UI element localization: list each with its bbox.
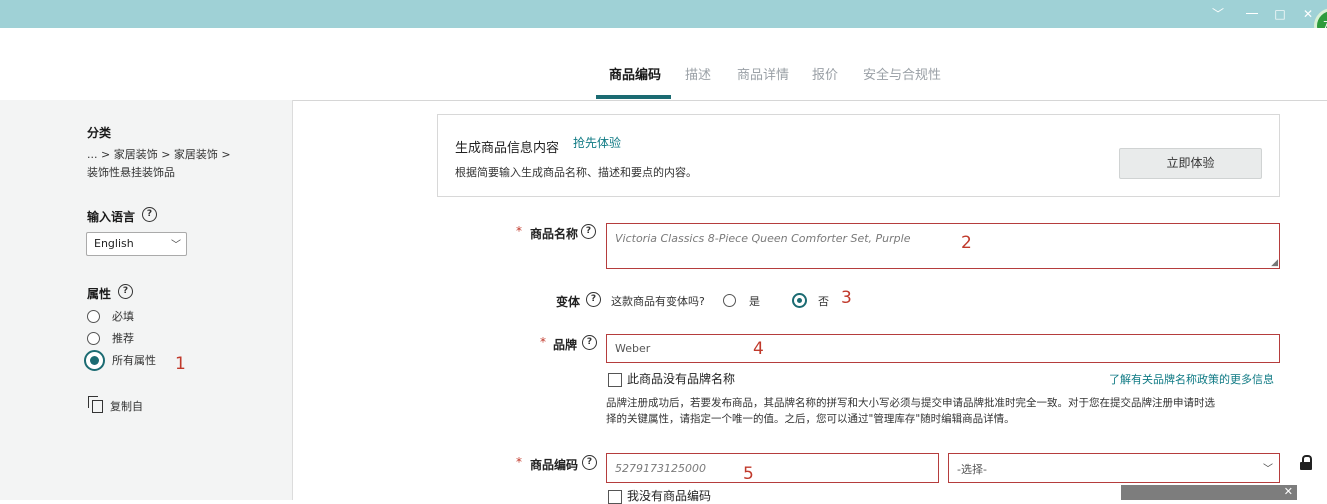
product-name-placeholder: Victoria Classics 8-Piece Queen Comforte… bbox=[615, 232, 911, 245]
variant-label: 变体 bbox=[556, 295, 581, 309]
breadcrumb[interactable]: ... > 家居装饰 > 家居装饰 > bbox=[87, 146, 231, 162]
help-icon[interactable]: ? bbox=[142, 207, 157, 222]
chevron-down-icon: ﹀ bbox=[1263, 464, 1273, 475]
brand-input-value: Weber bbox=[615, 342, 651, 355]
language-select-value: English bbox=[94, 237, 134, 250]
brand-policy-link[interactable]: 了解有关品牌名称政策的更多信息 bbox=[1109, 371, 1274, 387]
radio-all-attributes-label: 所有属性 bbox=[112, 354, 156, 367]
no-brand-label: 此商品没有品牌名称 bbox=[627, 372, 736, 386]
product-code-type-placeholder: -选择- bbox=[957, 463, 987, 476]
variant-yes-label: 是 bbox=[749, 295, 760, 308]
tab-safety-compliance[interactable]: 安全与合规性 bbox=[863, 64, 941, 83]
help-icon[interactable]: ? bbox=[586, 292, 601, 307]
no-brand-checkbox[interactable] bbox=[608, 373, 622, 387]
variant-no-label: 否 bbox=[818, 295, 829, 308]
radio-required-label: 必填 bbox=[112, 310, 134, 323]
chevron-down-icon[interactable]: ﹀ bbox=[1210, 6, 1226, 22]
radio-required[interactable] bbox=[87, 310, 100, 323]
generate-description: 根据简要输入生成商品名称、描述和要点的内容。 bbox=[455, 166, 697, 179]
annotation-number: 2 bbox=[961, 233, 972, 253]
help-icon[interactable]: ? bbox=[582, 335, 597, 350]
tab-product-code[interactable]: 商品编码 bbox=[609, 64, 661, 83]
product-code-placeholder: 5279173125000 bbox=[615, 462, 706, 475]
try-now-button[interactable]: 立即体验 bbox=[1119, 148, 1262, 179]
breadcrumb-leaf: 装饰性悬挂装饰品 bbox=[87, 166, 175, 179]
copy-icon[interactable] bbox=[88, 396, 103, 413]
radio-recommended-label: 推荐 bbox=[112, 332, 134, 345]
variant-question: 这款商品有变体吗? bbox=[611, 295, 705, 308]
active-tab-indicator bbox=[596, 95, 671, 99]
brand-note-line1: 品牌注册成功后，若要发布商品，其品牌名称的拼写和大小写必须与提交申请品牌批准时完… bbox=[606, 397, 1215, 409]
no-product-code-label: 我没有商品编码 bbox=[627, 489, 712, 503]
copy-from-link[interactable]: 复制自 bbox=[110, 398, 143, 414]
no-product-code-checkbox[interactable] bbox=[608, 490, 622, 504]
close-button[interactable]: ✕ bbox=[1300, 6, 1316, 22]
lock-icon bbox=[1300, 455, 1313, 471]
language-select[interactable]: English ﹀ bbox=[86, 232, 187, 256]
product-name-input[interactable]: Victoria Classics 8-Piece Queen Comforte… bbox=[606, 223, 1280, 269]
minimize-icon[interactable] bbox=[1244, 6, 1260, 22]
tab-offer[interactable]: 报价 bbox=[812, 64, 838, 83]
help-icon[interactable]: ? bbox=[118, 284, 133, 299]
product-code-input[interactable]: 5279173125000 bbox=[606, 453, 939, 483]
tab-bar bbox=[0, 28, 1327, 101]
annotation-number: 4 bbox=[753, 339, 764, 359]
required-marker: * bbox=[516, 455, 522, 469]
category-title: 分类 bbox=[87, 126, 112, 140]
chevron-down-icon: ﹀ bbox=[171, 240, 181, 251]
required-marker: * bbox=[540, 335, 546, 349]
generate-title: 生成商品信息内容 bbox=[455, 141, 560, 156]
maximize-button[interactable]: □ bbox=[1272, 6, 1288, 22]
brand-input[interactable]: Weber bbox=[606, 334, 1280, 363]
product-code-label: 商品编码 bbox=[530, 458, 579, 472]
required-marker: * bbox=[516, 224, 522, 238]
variant-yes-radio[interactable] bbox=[723, 294, 736, 307]
early-access-link[interactable]: 抢先体验 bbox=[573, 134, 621, 151]
annotation-number: 1 bbox=[175, 354, 186, 374]
annotation-number: 5 bbox=[743, 464, 754, 484]
attributes-title: 属性 bbox=[87, 287, 112, 301]
input-language-title: 输入语言 bbox=[87, 210, 136, 224]
annotation-number: 3 bbox=[841, 288, 852, 308]
product-code-type-select[interactable]: -选择- ﹀ bbox=[948, 453, 1280, 483]
toast-notification: ✕ bbox=[1121, 485, 1297, 500]
tab-product-details[interactable]: 商品详情 bbox=[737, 64, 789, 83]
brand-label: 品牌 bbox=[553, 338, 578, 352]
resize-handle-icon: ◢ bbox=[1271, 258, 1278, 268]
tab-description[interactable]: 描述 bbox=[685, 64, 711, 83]
close-icon[interactable]: ✕ bbox=[1284, 485, 1293, 498]
product-name-label: 商品名称 bbox=[530, 227, 579, 241]
help-icon[interactable]: ? bbox=[581, 224, 596, 239]
variant-no-radio[interactable] bbox=[792, 293, 807, 308]
brand-note-line2: 择的关键属性，请指定一个唯一的值。之后，您可以通过"管理库存"随时编辑商品详情。 bbox=[606, 413, 1015, 425]
radio-all-attributes[interactable] bbox=[84, 350, 105, 371]
window-title-bar bbox=[0, 0, 1327, 28]
radio-recommended[interactable] bbox=[87, 332, 100, 345]
help-icon[interactable]: ? bbox=[582, 455, 597, 470]
